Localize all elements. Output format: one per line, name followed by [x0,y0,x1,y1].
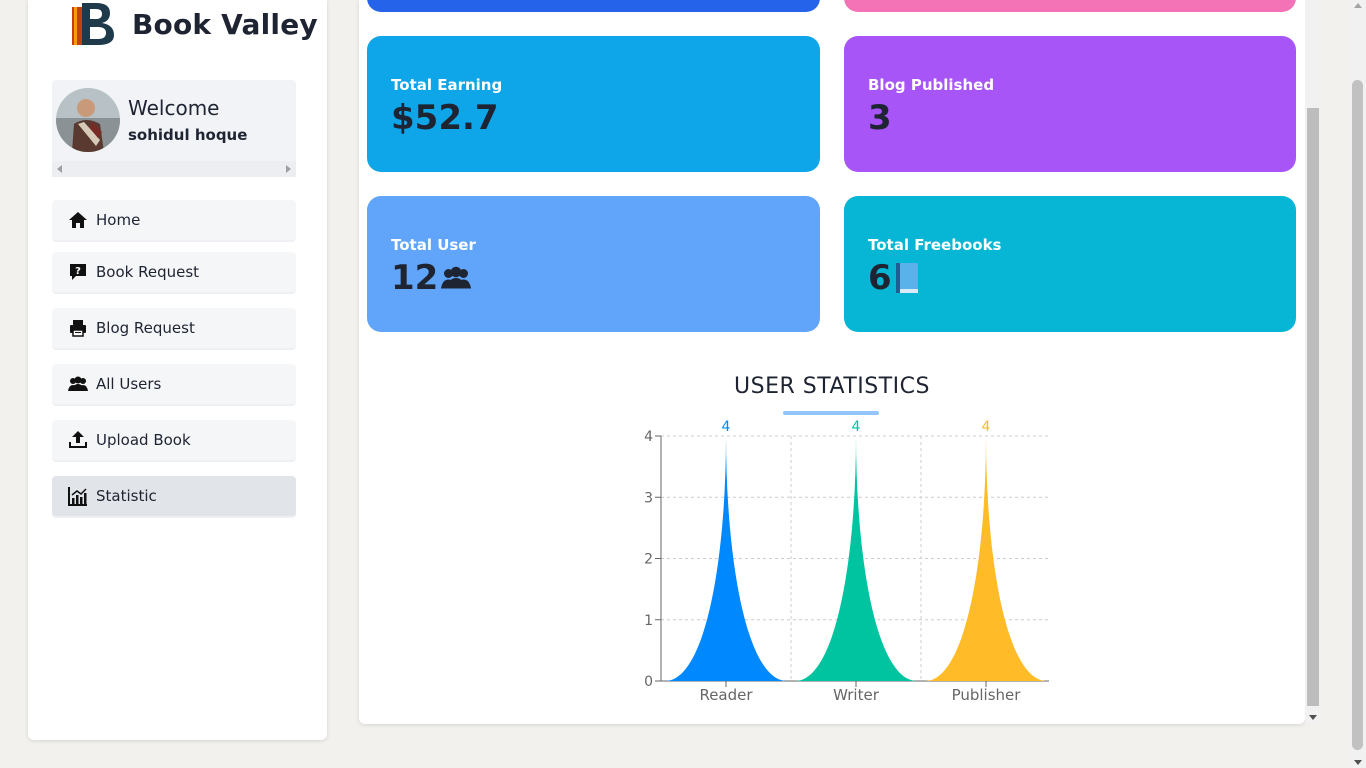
card-value: 12 [391,258,472,298]
card-label: Total Freebooks [868,236,1002,254]
sidebar-item-label: Blog Request [96,319,195,337]
content-scrollbar[interactable] [1305,0,1321,724]
card-value: $52.7 [391,98,499,138]
sidebar-item-home[interactable]: Home [52,200,296,242]
scroll-left-icon[interactable] [57,165,62,173]
y-tick-label: 0 [644,674,653,690]
users-icon [441,266,472,289]
x-tick-label: Reader [699,686,753,704]
sidebar-item-upload-book[interactable]: Upload Book [52,420,296,462]
sidebar-item-all-users[interactable]: All Users [52,364,296,406]
upload-icon [69,431,87,448]
title-underline [783,411,879,415]
card-label: Total User [391,236,476,254]
card-label: Blog Published [868,76,995,94]
y-tick-label: 4 [644,429,653,445]
data-label: 4 [722,419,731,435]
card-value-text: 12 [391,258,439,298]
chart-icon [68,487,87,506]
avatar [56,88,120,152]
data-label: 4 [982,419,991,435]
scrollbar-thumb[interactable] [1307,108,1319,706]
stat-card-total-user: Total User 12 [367,196,820,332]
printer-icon [70,320,86,337]
sidebar-item-book-request[interactable]: ? Book Request [52,252,296,294]
card-value-text: 6 [868,258,892,298]
welcome-box: Welcome sohidul hoque [52,80,296,177]
stat-card-total-freebooks: Total Freebooks 6 [844,196,1296,332]
stat-card-partial [844,0,1296,12]
sidebar-item-label: Upload Book [96,431,191,449]
sidebar-item-statistic[interactable]: Statistic [52,476,296,518]
stat-card-total-earning: Total Earning $52.7 [367,36,820,172]
brand-name: Book Valley [132,7,318,41]
card-value: 3 [868,98,892,138]
x-tick-label: Publisher [952,686,1022,704]
scrollbar-thumb[interactable] [1352,80,1363,750]
page-scrollbar[interactable] [1349,0,1366,768]
card-value: 6 [868,258,920,298]
sidebar-item-label: Home [96,211,141,229]
svg-text:?: ? [75,266,81,277]
book-valley-logo-icon [72,3,114,45]
question-box-icon: ? [70,264,86,280]
scroll-right-icon[interactable] [286,165,291,173]
book-icon [895,263,918,293]
card-value-text: 3 [868,98,892,138]
users-icon [68,376,88,391]
y-tick-label: 2 [644,552,653,568]
scroll-down-icon[interactable] [1309,715,1317,720]
scroll-down-icon[interactable] [1354,760,1362,765]
stat-card-partial [367,0,820,12]
sidebar-item-label: Book Request [96,263,200,281]
welcome-user-name: sohidul hoque [128,126,248,144]
y-tick-label: 3 [644,490,653,506]
stat-card-blog-published: Blog Published 3 [844,36,1296,172]
sidebar-item-label: Statistic [96,487,157,505]
data-label: 4 [852,419,861,435]
card-value-text: $52.7 [391,98,499,138]
sidebar-item-label: All Users [96,375,162,393]
brand[interactable]: Book Valley [68,0,318,48]
bar-reader [665,436,787,681]
y-tick-label: 1 [644,613,653,629]
card-label: Total Earning [391,76,503,94]
scroll-up-icon[interactable] [1354,3,1362,8]
x-tick-label: Writer [833,686,880,704]
home-icon [69,212,87,228]
main-content: Total Earning $52.7 Blog Published 3 Tot… [359,0,1305,724]
sidebar-item-blog-request[interactable]: Blog Request [52,308,296,350]
horizontal-scrollbar[interactable] [52,161,296,177]
sidebar: Book Valley Welcome sohidul hoque Home ? [28,0,327,740]
user-statistics-chart: 0 1 2 3 4 4 Reader 4 Writer 4 Publisher [644,419,1049,704]
chart-title: USER STATISTICS [734,374,930,399]
welcome-title: Welcome [128,96,220,120]
